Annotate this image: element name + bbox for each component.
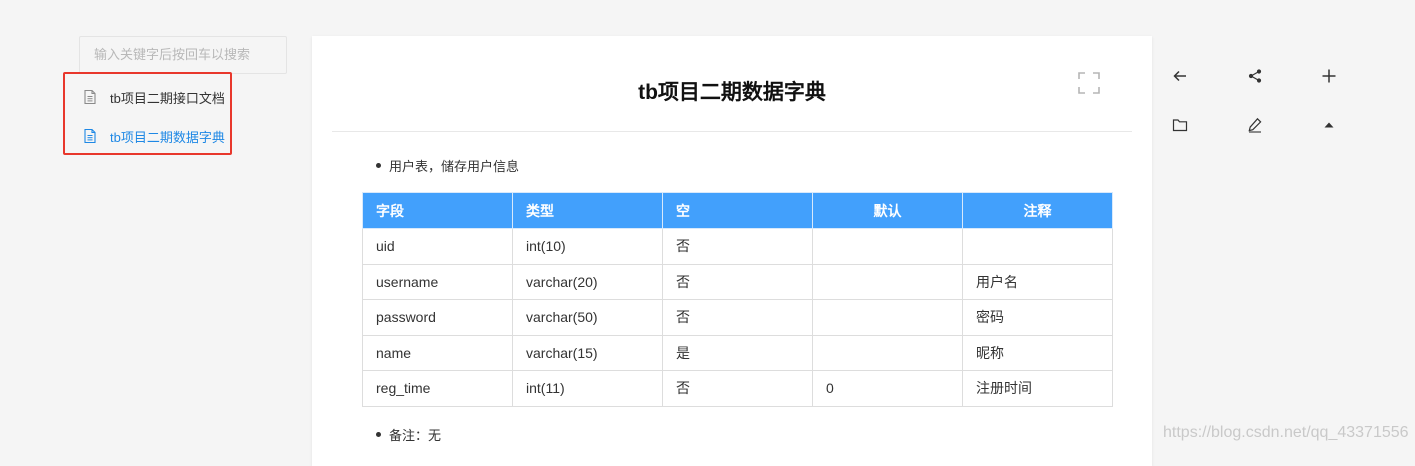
edit-icon[interactable] [1245, 115, 1265, 135]
table-cell [812, 334, 963, 371]
table-cell: varchar(20) [512, 263, 663, 300]
share-icon[interactable] [1245, 66, 1265, 86]
tree-item-label: tb项目二期接口文档 [110, 90, 225, 106]
table-cell: 0 [812, 370, 963, 407]
table-cell: username [362, 263, 513, 300]
table-cell: password [362, 299, 513, 336]
table-header-row: 字段 类型 空 默认 注释 [362, 192, 1113, 229]
table-cell [812, 299, 963, 336]
table-cell: varchar(15) [512, 334, 663, 371]
table-cell: 否 [662, 370, 813, 407]
column-header: 注释 [962, 192, 1113, 229]
table-cell: 是 [662, 334, 813, 371]
table-row: password varchar(50) 否 密码 [362, 299, 1113, 336]
table-cell: name [362, 334, 513, 371]
column-header: 字段 [362, 192, 513, 229]
table-cell: 否 [662, 299, 813, 336]
search-input[interactable] [79, 36, 287, 74]
intro-text: 用户表，储存用户信息 [389, 159, 520, 174]
table-cell: 用户名 [962, 263, 1113, 300]
add-icon[interactable] [1319, 66, 1339, 86]
table-cell: 昵称 [962, 334, 1113, 371]
watermark-text: https://blog.csdn.net/qq_43371556 [1163, 424, 1409, 441]
fullscreen-icon[interactable] [1078, 72, 1100, 94]
document-icon [82, 128, 98, 144]
table-row: uid int(10) 否 [362, 228, 1113, 265]
table-row: name varchar(15) 是 昵称 [362, 334, 1113, 371]
table-cell: 否 [662, 263, 813, 300]
title-divider [332, 131, 1132, 132]
table-cell [812, 228, 963, 265]
table-row: username varchar(20) 否 用户名 [362, 263, 1113, 300]
note-text: 备注：无 [389, 428, 442, 443]
note-bullet: 备注：无 [376, 425, 441, 444]
data-dictionary-table: 字段 类型 空 默认 注释 uid int(10) 否 username var… [362, 192, 1113, 407]
table-cell: varchar(50) [512, 299, 663, 336]
column-header: 空 [662, 192, 813, 229]
table-cell: uid [362, 228, 513, 265]
table-cell [812, 263, 963, 300]
tree-item-label: tb项目二期数据字典 [110, 129, 225, 145]
bullet-dot [376, 163, 381, 168]
column-header: 类型 [512, 192, 663, 229]
document-card: tb项目二期数据字典 用户表，储存用户信息 字段 类型 空 默认 注释 uid [312, 36, 1152, 466]
collapse-up-icon[interactable] [1319, 115, 1339, 135]
table-cell: 注册时间 [962, 370, 1113, 407]
table-row: reg_time int(11) 否 0 注册时间 [362, 370, 1113, 407]
back-arrow-icon[interactable] [1170, 66, 1190, 86]
table-cell: int(11) [512, 370, 663, 407]
folder-icon[interactable] [1170, 115, 1190, 135]
table-cell [962, 228, 1113, 265]
intro-bullet: 用户表，储存用户信息 [376, 156, 519, 175]
table-cell: reg_time [362, 370, 513, 407]
document-icon [82, 89, 98, 105]
bullet-dot [376, 432, 381, 437]
tree-item-data-dictionary[interactable]: tb项目二期数据字典 [82, 124, 225, 148]
table-cell: 密码 [962, 299, 1113, 336]
table-cell: int(10) [512, 228, 663, 265]
tree-item-api-doc[interactable]: tb项目二期接口文档 [82, 85, 225, 109]
page-title: tb项目二期数据字典 [638, 81, 826, 104]
column-header: 默认 [812, 192, 963, 229]
table-cell: 否 [662, 228, 813, 265]
